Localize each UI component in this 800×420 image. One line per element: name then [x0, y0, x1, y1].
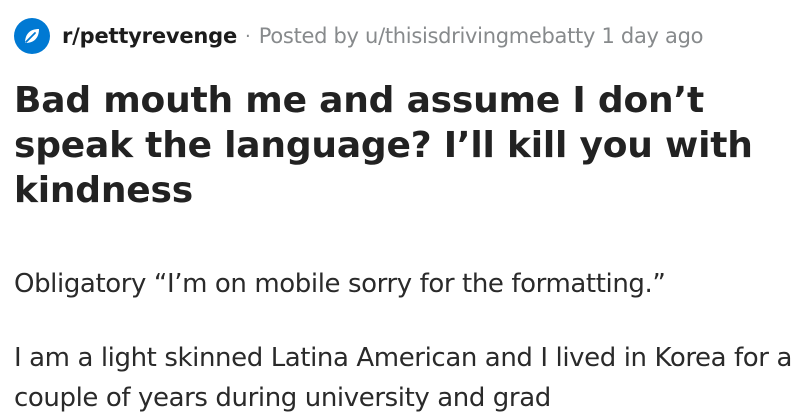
post-header: r/pettyrevenge · Posted by u/thisisdrivi… — [14, 16, 703, 56]
header-separator: · — [245, 25, 251, 47]
post-title[interactable]: Bad mouth me and assume I don’t speak th… — [14, 78, 784, 213]
posted-by-text: Posted by u/thisisdrivingmebatty 1 day a… — [258, 24, 704, 48]
leaf-icon — [25, 29, 39, 43]
post-body-paragraph: I am a light skinned Latina American and… — [14, 343, 792, 413]
subreddit-icon[interactable] — [14, 18, 50, 54]
reddit-post: r/pettyrevenge · Posted by u/thisisdrivi… — [0, 0, 800, 420]
post-body-paragraph: Obligatory “I’m on mobile sorry for the … — [14, 269, 666, 299]
subreddit-link[interactable]: r/pettyrevenge — [62, 24, 237, 48]
